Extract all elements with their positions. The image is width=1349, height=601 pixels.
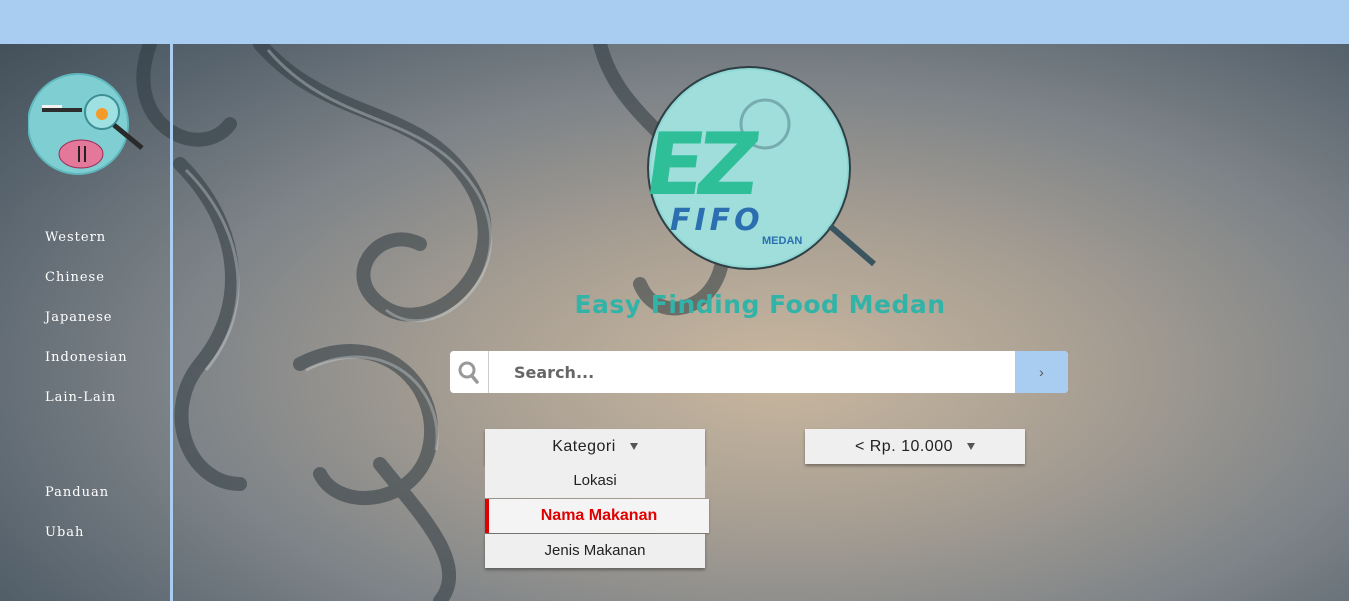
price-label: < Rp. 10.000 [854,438,954,455]
ez-fifo-logo: EZ FIFO MEDAN [640,66,876,270]
top-bar [0,0,1349,44]
nav-ubah[interactable]: Ubah [45,525,84,540]
nav-lain-lain[interactable]: Lain-Lain [45,390,116,405]
kategori-label: Kategori [552,438,616,455]
search-input[interactable] [498,351,1008,393]
search-bar: › [450,351,1068,393]
price-dropdown[interactable]: < Rp. 10.000 [805,429,1025,464]
caret-down-icon [629,443,638,451]
nav-chinese[interactable]: Chinese [45,270,105,285]
logo-mark: EZ [640,115,763,215]
caret-down-icon [967,443,976,451]
page-tagline: Easy Finding Food Medan [574,290,946,319]
menu-item-nama-makanan[interactable]: Nama Makanan [485,499,709,533]
kategori-dropdown[interactable]: Kategori [485,429,705,464]
logo-city: MEDAN [762,235,802,247]
nav-indonesian[interactable]: Indonesian [45,350,128,365]
nav-panduan[interactable]: Panduan [45,485,109,500]
nav-japanese[interactable]: Japanese [45,310,112,325]
logo-word: FIFO [670,203,764,238]
menu-item-jenis-makanan[interactable]: Jenis Makanan [485,534,705,568]
sidebar-divider [170,44,173,601]
nav-western[interactable]: Western [45,230,106,245]
sidebar-logo[interactable] [28,68,148,184]
search-submit-button[interactable]: › [1015,351,1068,393]
search-icon [450,351,489,393]
menu-item-lokasi[interactable]: Lokasi [485,464,705,498]
